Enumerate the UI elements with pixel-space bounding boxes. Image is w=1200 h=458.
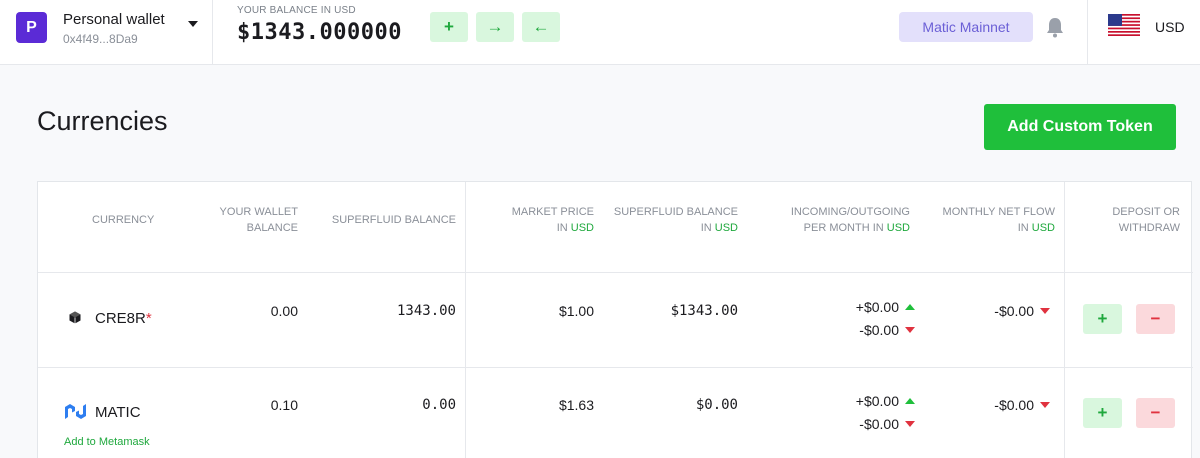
- cube-icon: [69, 311, 81, 324]
- column-header-line: YOUR WALLET: [219, 206, 298, 218]
- net-flow-value: -$0.00: [994, 397, 1034, 413]
- incoming-flow: +$0.00: [825, 393, 915, 409]
- column-header-market-price: MARKET PRICE IN USD: [488, 204, 594, 236]
- usd-label: USD: [570, 222, 594, 234]
- net-flow: -$0.00: [958, 397, 1050, 413]
- incoming-flow: +$0.00: [825, 299, 915, 315]
- token-name: CRE8R*: [95, 310, 152, 327]
- column-header-superfluid-balance-usd: SUPERFLUID BALANCE IN USD: [608, 204, 738, 236]
- incoming-value: +$0.00: [855, 299, 899, 315]
- column-header-wallet-balance: YOUR WALLET BALANCE: [188, 204, 298, 236]
- header-row-divider: [38, 272, 1193, 273]
- wallet-balance: 0.00: [270, 303, 298, 319]
- wallet-name: Personal wallet: [63, 11, 165, 28]
- arrow-up-icon: [905, 398, 915, 404]
- balance-label: YOUR BALANCE IN USD: [237, 5, 356, 16]
- wallet-avatar: P: [16, 12, 47, 43]
- column-header-incoming-outgoing: INCOMING/OUTGOING PER MONTH IN USD: [760, 204, 910, 236]
- wallet-balance: 0.10: [270, 397, 298, 413]
- asterisk-marker: *: [145, 310, 152, 327]
- us-flag-icon[interactable]: [1108, 14, 1140, 36]
- column-header-currency: CURRENCY: [92, 214, 155, 226]
- top-bar: P Personal wallet 0x4f49...8Da9 YOUR BAL…: [0, 0, 1200, 65]
- superfluid-balance-usd: $1343.00: [670, 303, 738, 319]
- superfluid-balance-usd: $0.00: [695, 397, 738, 413]
- outgoing-value: -$0.00: [859, 416, 899, 432]
- currencies-table: CURRENCY YOUR WALLET BALANCE SUPERFLUID …: [37, 181, 1193, 458]
- column-header-deposit-withdraw: DEPOSIT OR WITHDRAW: [1078, 204, 1180, 236]
- market-price: $1.63: [558, 397, 594, 413]
- column-header-line: IN USD: [608, 220, 738, 236]
- column-header-text: PER MONTH IN: [803, 222, 887, 234]
- column-header-line: IN USD: [923, 220, 1055, 236]
- wallet-selector[interactable]: P Personal wallet 0x4f49...8Da9: [0, 0, 213, 65]
- column-header-text: IN: [1017, 222, 1032, 234]
- net-flow-value: -$0.00: [994, 303, 1034, 319]
- add-funds-button[interactable]: +: [430, 12, 468, 42]
- outgoing-flow: -$0.00: [825, 322, 915, 338]
- token-name: MATIC: [95, 404, 141, 421]
- receive-button[interactable]: ←: [522, 12, 560, 42]
- arrow-down-icon: [1040, 308, 1050, 314]
- column-header-text: IN: [556, 222, 571, 234]
- bell-icon[interactable]: [1045, 16, 1065, 38]
- column-header-line: INCOMING/OUTGOING: [790, 206, 910, 218]
- column-divider: [1064, 182, 1065, 458]
- usd-label: USD: [1031, 222, 1055, 234]
- column-header-text: IN: [700, 222, 715, 234]
- column-header-line: IN USD: [488, 220, 594, 236]
- arrow-down-icon: [905, 327, 915, 333]
- market-price: $1.00: [558, 303, 594, 319]
- header-divider: [1087, 0, 1088, 65]
- column-divider: [465, 182, 466, 458]
- balance-value: $1343.000000: [237, 20, 402, 45]
- column-header-superfluid-balance: SUPERFLUID BALANCE: [331, 214, 456, 226]
- column-header-line: PER MONTH IN USD: [760, 220, 910, 236]
- column-header-line: BALANCE: [246, 222, 298, 234]
- usd-label: USD: [714, 222, 738, 234]
- outgoing-flow: -$0.00: [825, 416, 915, 432]
- currency-selector[interactable]: USD: [1155, 19, 1185, 35]
- incoming-value: +$0.00: [855, 393, 899, 409]
- outgoing-value: -$0.00: [859, 322, 899, 338]
- arrow-down-icon: [1040, 402, 1050, 408]
- matic-logo-icon: [65, 404, 86, 419]
- wallet-address: 0x4f49...8Da9: [63, 32, 138, 46]
- column-header-line: DEPOSIT OR: [1112, 206, 1180, 218]
- arrow-down-icon: [905, 421, 915, 427]
- column-header-line: MARKET PRICE: [511, 206, 594, 218]
- deposit-button[interactable]: +: [1083, 304, 1122, 334]
- usd-label: USD: [886, 222, 910, 234]
- superfluid-balance: 1343.00: [396, 303, 456, 319]
- deposit-button[interactable]: +: [1083, 398, 1122, 428]
- withdraw-button[interactable]: −: [1136, 304, 1175, 334]
- column-header-monthly-net-flow: MONTHLY NET FLOW IN USD: [923, 204, 1055, 236]
- page-title: Currencies: [37, 106, 168, 136]
- chevron-down-icon[interactable]: [188, 21, 198, 27]
- add-to-metamask-link[interactable]: Add to Metamask: [64, 436, 150, 448]
- column-header-line: WITHDRAW: [1118, 222, 1180, 234]
- superfluid-balance: 0.00: [422, 397, 456, 413]
- send-button[interactable]: →: [476, 12, 514, 42]
- column-header-line: SUPERFLUID BALANCE: [613, 206, 738, 218]
- row-divider: [38, 367, 1193, 368]
- arrow-up-icon: [905, 304, 915, 310]
- token-symbol: CRE8R: [95, 310, 146, 327]
- withdraw-button[interactable]: −: [1136, 398, 1175, 428]
- net-flow: -$0.00: [958, 303, 1050, 319]
- network-badge[interactable]: Matic Mainnet: [899, 12, 1033, 42]
- add-custom-token-button[interactable]: Add Custom Token: [984, 104, 1176, 150]
- column-header-line: MONTHLY NET FLOW: [942, 206, 1055, 218]
